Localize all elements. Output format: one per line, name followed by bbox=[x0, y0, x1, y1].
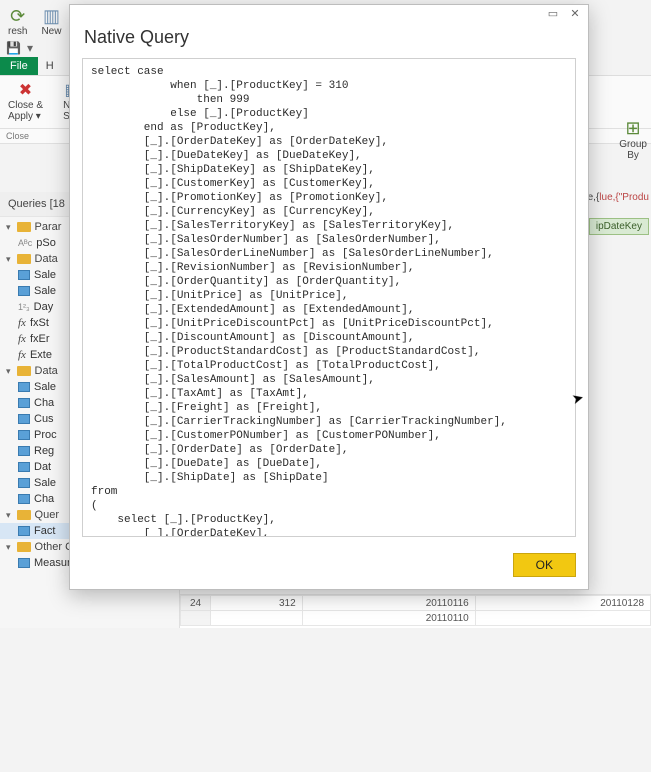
tab-home[interactable]: H bbox=[38, 57, 62, 75]
new-icon: ▥ bbox=[43, 6, 60, 26]
folder-label: Quer bbox=[35, 509, 59, 521]
column-chip-shipdatekey[interactable]: ipDateKey bbox=[589, 218, 649, 235]
folder-icon bbox=[17, 510, 31, 520]
cell[interactable]: 312 bbox=[211, 596, 303, 611]
query-label: pSo bbox=[36, 237, 56, 249]
table-row[interactable]: 20110110 bbox=[181, 611, 651, 626]
maximize-button[interactable]: ▭ bbox=[542, 7, 564, 23]
group-by-icon: ⊞ bbox=[619, 118, 647, 139]
folder-label: Data bbox=[35, 365, 58, 377]
row-number bbox=[181, 611, 211, 626]
group-by-label: Group By bbox=[619, 139, 647, 161]
tab-file[interactable]: File bbox=[0, 57, 38, 75]
folder-icon bbox=[17, 366, 31, 376]
folder-icon bbox=[17, 254, 31, 264]
query-label: Cus bbox=[34, 413, 54, 425]
close-apply-button[interactable]: ✖ Close & Apply ▾ bbox=[4, 80, 47, 124]
fx-icon: fx bbox=[18, 349, 26, 361]
close-group-label: Close bbox=[0, 129, 35, 143]
cell[interactable]: 20110116 bbox=[302, 596, 475, 611]
fx-icon: fx bbox=[18, 317, 26, 329]
table-icon bbox=[18, 478, 30, 488]
query-label: Day bbox=[34, 301, 54, 313]
table-icon bbox=[18, 430, 30, 440]
close-button[interactable]: ✕ bbox=[564, 7, 586, 23]
num-icon: 1²₃ bbox=[18, 302, 30, 312]
table-icon bbox=[18, 446, 30, 456]
query-label: Fact bbox=[34, 525, 55, 537]
qat-sep: ▾ bbox=[27, 41, 33, 55]
table-icon bbox=[18, 494, 30, 504]
table-icon bbox=[18, 526, 30, 536]
refresh-icon: ⟳ bbox=[10, 6, 25, 26]
native-query-dialog: ▭ ✕ Native Query select case when [_].[P… bbox=[69, 4, 589, 590]
formula-bar-tail: lue,{lue,{"Produ bbox=[580, 192, 649, 203]
query-label: fxSt bbox=[30, 317, 49, 329]
dialog-body: select case when [_].[ProductKey] = 310 … bbox=[82, 58, 576, 537]
table-icon bbox=[18, 270, 30, 280]
cell[interactable]: 20110128 bbox=[475, 596, 650, 611]
folder-icon bbox=[17, 222, 31, 232]
table-row[interactable]: 24 312 20110116 20110128 bbox=[181, 596, 651, 611]
query-label: Sale bbox=[34, 285, 56, 297]
query-label: Proc bbox=[34, 429, 57, 441]
new-button[interactable]: ▥ New bbox=[37, 4, 65, 39]
cell[interactable]: 20110110 bbox=[302, 611, 475, 626]
query-label: Exte bbox=[30, 349, 52, 361]
dialog-footer: OK bbox=[70, 545, 588, 589]
query-label: Reg bbox=[34, 445, 54, 457]
preview-grid[interactable]: 24 312 20110116 20110128 20110110 bbox=[180, 594, 651, 628]
query-label: Sale bbox=[34, 477, 56, 489]
close-icon: ✖ bbox=[19, 82, 32, 100]
ok-button[interactable]: OK bbox=[513, 553, 576, 577]
folder-icon bbox=[17, 542, 31, 552]
dialog-title: Native Query bbox=[70, 25, 588, 58]
dialog-titlebar: ▭ ✕ bbox=[70, 5, 588, 25]
table-icon bbox=[18, 558, 30, 568]
refresh-label: resh bbox=[8, 26, 27, 37]
table-icon bbox=[18, 382, 30, 392]
group-by-button[interactable]: ⊞ Group By bbox=[619, 118, 647, 161]
new-label: New bbox=[41, 26, 61, 37]
query-label: fxEr bbox=[30, 333, 50, 345]
text-icon: Aᴮc bbox=[18, 238, 32, 248]
refresh-button[interactable]: ⟳ resh bbox=[4, 4, 31, 39]
row-number: 24 bbox=[181, 596, 211, 611]
folder-label: Data bbox=[35, 253, 58, 265]
table-icon bbox=[18, 286, 30, 296]
table-icon bbox=[18, 398, 30, 408]
table-icon bbox=[18, 414, 30, 424]
cell[interactable] bbox=[475, 611, 650, 626]
grid-table: 24 312 20110116 20110128 20110110 bbox=[180, 595, 651, 626]
formula-text: lue,{lue,{"Produ bbox=[580, 192, 649, 203]
query-label: Sale bbox=[34, 381, 56, 393]
sql-text[interactable]: select case when [_].[ProductKey] = 310 … bbox=[83, 59, 575, 536]
query-label: Cha bbox=[34, 397, 54, 409]
folder-label: Parar bbox=[35, 221, 62, 233]
fx-icon: fx bbox=[18, 333, 26, 345]
query-label: Dat bbox=[34, 461, 51, 473]
cell[interactable] bbox=[211, 611, 303, 626]
query-label: Cha bbox=[34, 493, 54, 505]
save-icon[interactable]: 💾 bbox=[6, 41, 21, 55]
close-apply-label: Close & Apply ▾ bbox=[8, 100, 43, 122]
query-label: Sale bbox=[34, 269, 56, 281]
table-icon bbox=[18, 462, 30, 472]
